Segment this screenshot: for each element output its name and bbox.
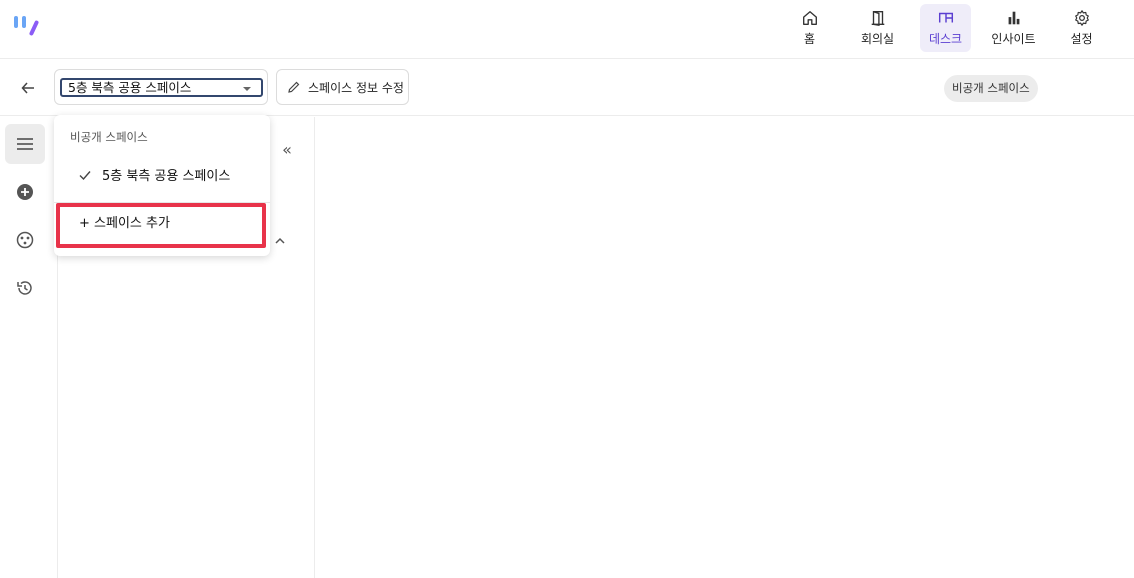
plus-circle-icon: [17, 184, 33, 200]
arrow-left-icon: [21, 82, 34, 94]
caret-down-icon: [243, 87, 251, 91]
add-space-button[interactable]: + 스페이스 추가: [56, 203, 266, 248]
nav-meeting-rooms[interactable]: 회의실: [852, 4, 903, 52]
nav-desk[interactable]: 데스크: [920, 4, 971, 52]
menu-icon: [17, 138, 33, 150]
rail-menu-button[interactable]: [5, 124, 45, 164]
nav-meeting-rooms-label: 회의실: [860, 32, 895, 46]
nav-insights-label: 인사이트: [991, 32, 1036, 46]
desk-icon: [938, 12, 953, 23]
edit-space-button[interactable]: 스페이스 정보 수정: [276, 69, 409, 105]
bar-chart-icon: [1008, 11, 1019, 25]
space-select-text: 5층 북측 공용 스페이스: [68, 80, 192, 95]
visibility-badge: 비공개 스페이스: [944, 75, 1038, 102]
rail-history-button[interactable]: [5, 268, 45, 308]
space-dropdown-menu: 비공개 스페이스 5층 북측 공용 스페이스 + 스페이스 추가: [54, 115, 270, 256]
dropdown-group-header: 비공개 스페이스: [70, 130, 148, 144]
main-nav: 홈 회의실 데스크 인사이트 설정: [784, 4, 1124, 52]
nav-insights[interactable]: 인사이트: [988, 4, 1039, 52]
left-rail: [0, 117, 52, 578]
home-icon: [802, 11, 817, 25]
dots-circle-icon: [16, 231, 34, 249]
space-toolbar: 5층 북측 공용 스페이스 스페이스 정보 수정 비공개 스페이스: [0, 60, 1134, 116]
dropdown-option-label: 5층 북측 공용 스페이스: [102, 169, 231, 184]
nav-settings[interactable]: 설정: [1056, 4, 1107, 52]
nav-desk-label: 데스크: [928, 32, 963, 46]
check-icon: [79, 170, 91, 180]
edit-space-button-label: 스페이스 정보 수정: [308, 80, 404, 95]
panel-divider-right: [314, 117, 315, 578]
nav-home[interactable]: 홈: [784, 4, 835, 52]
history-icon: [17, 281, 32, 295]
space-select-value[interactable]: 5층 북측 공용 스페이스: [60, 78, 263, 97]
chevron-up-icon[interactable]: [271, 232, 289, 250]
collapse-panel-button[interactable]: «: [278, 140, 296, 160]
rail-layout-button[interactable]: [5, 220, 45, 260]
top-navigation-bar: 홈 회의실 데스크 인사이트 설정: [0, 0, 1134, 59]
nav-settings-label: 설정: [1070, 32, 1093, 46]
dropdown-option-space[interactable]: 5층 북측 공용 스페이스: [78, 165, 230, 184]
app-logo[interactable]: [12, 14, 40, 40]
nav-home-label: 홈: [803, 32, 816, 46]
gear-icon: [1074, 10, 1089, 26]
door-icon: [871, 11, 884, 26]
back-button[interactable]: [16, 77, 40, 99]
rail-add-button[interactable]: [5, 172, 45, 212]
space-select[interactable]: 5층 북측 공용 스페이스: [54, 69, 268, 105]
pencil-icon: [288, 81, 300, 93]
